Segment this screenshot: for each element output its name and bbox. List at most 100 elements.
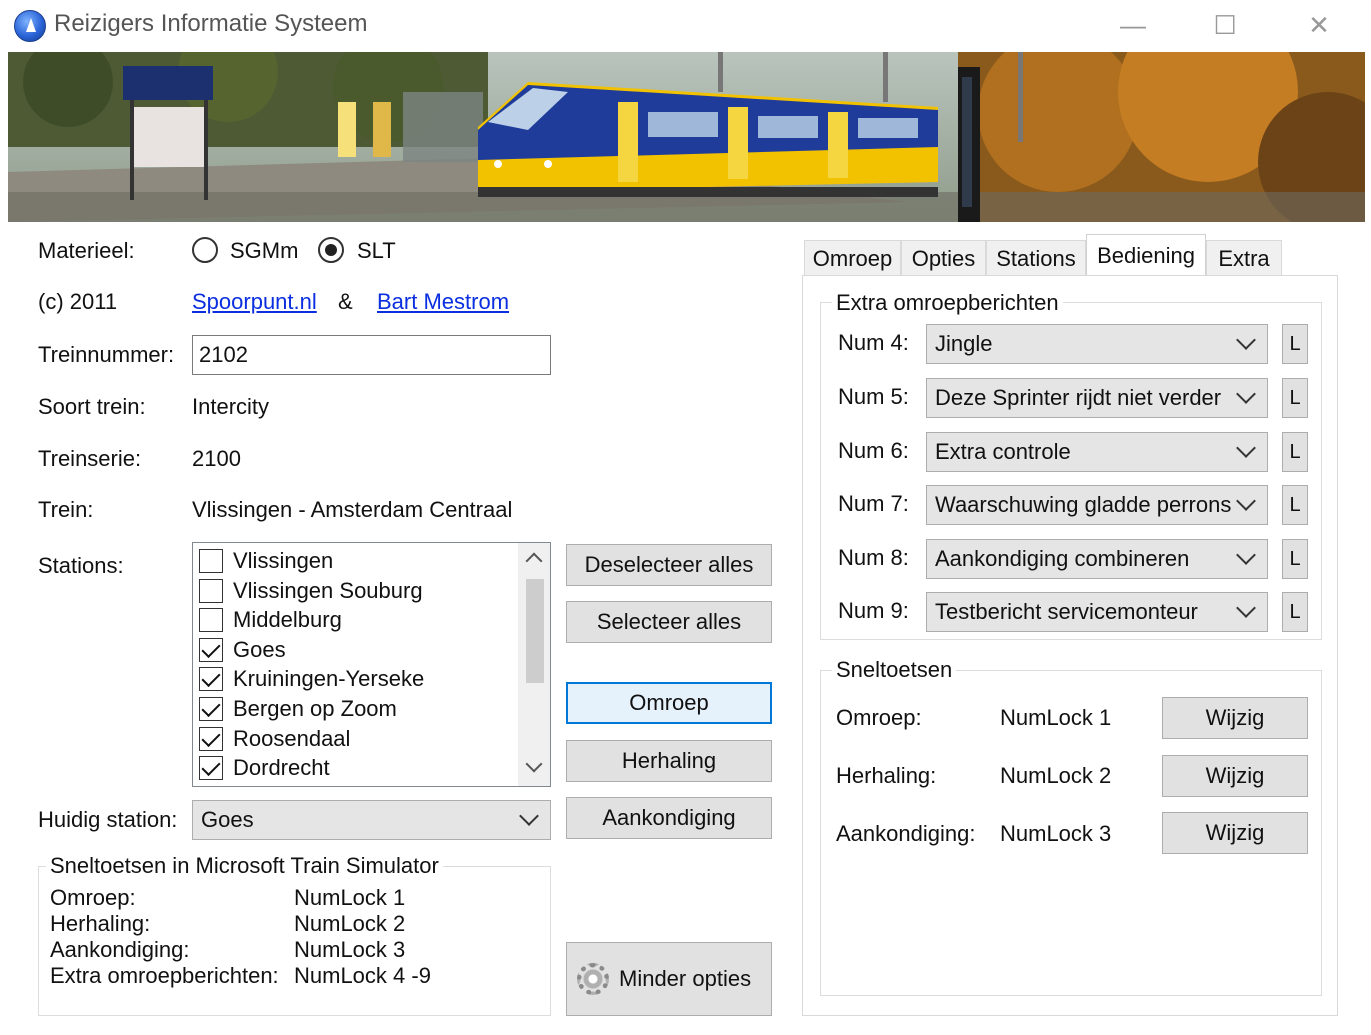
select-all-button[interactable]: Selecteer alles (566, 601, 772, 643)
scroll-thumb[interactable] (526, 579, 544, 683)
stations-listbox[interactable]: Vlissingen Vlissingen Souburg Middelburg… (192, 542, 551, 787)
radio-sgmm-label[interactable]: SGMm (230, 238, 298, 264)
window-title: Reizigers Informatie Systeem (54, 10, 368, 37)
hotkey-omroep-label: Omroep: (836, 705, 922, 730)
chevron-down-icon (1236, 330, 1256, 350)
num9-value: Testbericht servicemonteur (935, 599, 1198, 624)
num6-label: Num 6: (838, 438, 909, 463)
wijzig-herhaling-button[interactable]: Wijzig (1162, 755, 1308, 797)
deselect-all-button[interactable]: Deselecteer alles (566, 544, 772, 586)
num6-listen-button[interactable]: L (1282, 432, 1308, 472)
minimize-button[interactable]: — (1110, 6, 1156, 44)
extra-omroep-title: Extra omroepberichten (832, 290, 1063, 316)
herhaling-button[interactable]: Herhaling (566, 740, 772, 782)
chevron-down-icon (519, 806, 539, 826)
minder-opties-label: Minder opties (619, 966, 752, 991)
mts-aankondiging-label: Aankondiging: (50, 937, 190, 962)
materieel-label: Materieel: (38, 238, 135, 263)
list-item[interactable]: Middelburg (199, 605, 342, 635)
num4-listen-button[interactable]: L (1282, 324, 1308, 364)
tab-stations[interactable]: Stations (986, 240, 1086, 276)
num6-select[interactable]: Extra controle (926, 432, 1268, 472)
huidig-station-select[interactable]: Goes (192, 800, 551, 840)
chevron-down-icon (1236, 438, 1256, 458)
list-item[interactable]: Kruiningen-Yerseke (199, 664, 424, 694)
treinserie-label: Treinserie: (38, 446, 142, 471)
train-illustration (8, 52, 1365, 222)
mts-omroep-label: Omroep: (50, 885, 136, 910)
list-item[interactable]: Roosendaal (199, 724, 350, 754)
checkbox-icon[interactable] (199, 638, 223, 662)
checkbox-icon[interactable] (199, 727, 223, 751)
maximize-button[interactable]: ☐ (1202, 6, 1248, 44)
radio-slt-label[interactable]: SLT (357, 238, 396, 264)
checkbox-icon[interactable] (199, 667, 223, 691)
mts-omroep-key: NumLock 1 (294, 885, 406, 910)
num6-value: Extra controle (935, 439, 1071, 464)
num7-select[interactable]: Waarschuwing gladde perrons (926, 485, 1268, 525)
chevron-down-icon (1236, 384, 1256, 404)
stations-label: Stations: (38, 553, 124, 578)
soort-label: Soort trein: (38, 394, 146, 419)
checkbox-icon[interactable] (199, 608, 223, 632)
mts-aankondiging-key: NumLock 3 (294, 937, 406, 962)
num9-listen-button[interactable]: L (1282, 592, 1308, 632)
chevron-down-icon (1236, 545, 1256, 565)
aankondiging-button[interactable]: Aankondiging (566, 797, 772, 839)
minder-opties-button[interactable]: Minder opties (566, 942, 772, 1016)
num9-label: Num 9: (838, 598, 909, 623)
tab-omroep[interactable]: Omroep (804, 240, 901, 276)
mts-herhaling-label: Herhaling: (50, 911, 151, 936)
author-link[interactable]: Bart Mestrom (377, 289, 509, 315)
scroll-down-icon[interactable] (525, 755, 543, 773)
num8-listen-button[interactable]: L (1282, 539, 1308, 579)
hotkey-aankondiging-key: NumLock 3 (1000, 821, 1112, 846)
hotkey-omroep-key: NumLock 1 (1000, 705, 1112, 730)
list-item[interactable]: Goes (199, 635, 286, 665)
wijzig-omroep-button[interactable]: Wijzig (1162, 697, 1308, 739)
listbox-scrollbar[interactable] (518, 543, 550, 786)
checkbox-icon[interactable] (199, 579, 223, 603)
treinnummer-input[interactable]: 2102 (192, 335, 551, 375)
huidig-station-label: Huidig station: (38, 807, 178, 832)
num8-value: Aankondiging combineren (935, 546, 1190, 571)
checkbox-icon[interactable] (199, 549, 223, 573)
num5-label: Num 5: (838, 384, 909, 409)
list-item[interactable]: Bergen op Zoom (199, 694, 397, 724)
mts-group-title: Sneltoetsen in Microsoft Train Simulator (46, 853, 443, 879)
chevron-down-icon (1236, 598, 1256, 618)
num5-value: Deze Sprinter rijdt niet verder (935, 385, 1222, 410)
banner-image (8, 52, 1365, 222)
num7-value: Waarschuwing gladde perrons (935, 492, 1232, 517)
radio-sgmm[interactable] (192, 237, 218, 263)
tab-opties[interactable]: Opties (901, 240, 986, 276)
treinserie-value: 2100 (192, 446, 241, 471)
list-item[interactable]: Dordrecht (199, 753, 330, 783)
wijzig-aankondiging-button[interactable]: Wijzig (1162, 812, 1308, 854)
soort-value: Intercity (192, 394, 270, 419)
gear-icon (577, 963, 609, 995)
tab-extra[interactable]: Extra (1206, 240, 1282, 276)
radio-slt[interactable] (318, 237, 344, 263)
num5-select[interactable]: Deze Sprinter rijdt niet verder (926, 378, 1268, 418)
sneltoetsen-title: Sneltoetsen (832, 657, 957, 683)
tab-bediening[interactable]: Bediening (1086, 234, 1206, 276)
list-item[interactable]: Vlissingen Souburg (199, 576, 423, 606)
mts-extra-key: NumLock 4 -9 (294, 963, 431, 988)
num4-value: Jingle (935, 331, 993, 356)
num9-select[interactable]: Testbericht servicemonteur (926, 592, 1268, 632)
close-button[interactable]: ✕ (1296, 6, 1342, 44)
treinnummer-label: Treinnummer: (38, 342, 175, 367)
checkbox-icon[interactable] (199, 697, 223, 721)
trein-value: Vlissingen - Amsterdam Centraal (192, 497, 513, 522)
omroep-button[interactable]: Omroep (566, 682, 772, 724)
list-item[interactable]: Vlissingen (199, 546, 333, 576)
scroll-up-icon[interactable] (525, 552, 543, 570)
spoorpunt-link[interactable]: Spoorpunt.nl (192, 289, 317, 315)
num4-select[interactable]: Jingle (926, 324, 1268, 364)
hotkey-herhaling-key: NumLock 2 (1000, 763, 1112, 788)
num7-listen-button[interactable]: L (1282, 485, 1308, 525)
num8-select[interactable]: Aankondiging combineren (926, 539, 1268, 579)
checkbox-icon[interactable] (199, 756, 223, 780)
num5-listen-button[interactable]: L (1282, 378, 1308, 418)
